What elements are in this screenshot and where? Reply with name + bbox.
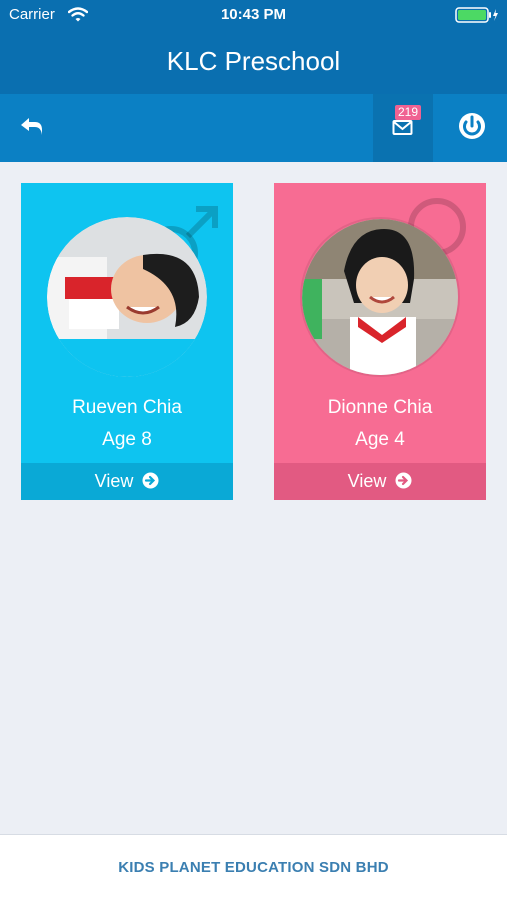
- app-header: KLC Preschool: [0, 30, 507, 94]
- arrow-circle-right-icon: [395, 465, 412, 502]
- logout-button[interactable]: [452, 106, 492, 146]
- child-card-dionne[interactable]: Dionne Chia Age 4 View: [274, 183, 486, 500]
- back-arrow-icon: [12, 118, 52, 150]
- toolbar: 219: [0, 94, 507, 162]
- child-name: Dionne Chia: [327, 397, 433, 418]
- view-button[interactable]: View: [274, 463, 486, 500]
- arrow-circle-right-icon: [142, 465, 159, 502]
- back-button[interactable]: [12, 110, 52, 146]
- clock: 10:43 PM: [220, 6, 287, 23]
- battery-icon: [455, 7, 499, 28]
- footer: KIDS PLANET EDUCATION SDN BHD: [0, 834, 507, 901]
- status-bar: Carrier 10:43 PM: [0, 0, 507, 30]
- child-name: Rueven Chia: [72, 397, 182, 418]
- child-photo: [300, 217, 460, 377]
- messages-button[interactable]: 219: [373, 94, 433, 162]
- view-label: View: [94, 471, 134, 491]
- child-age: Age 8: [102, 429, 152, 450]
- child-card-rueven[interactable]: Rueven Chia Age 8 View: [21, 183, 233, 500]
- power-icon: [452, 113, 492, 150]
- footer-company-name: KIDS PLANET EDUCATION SDN BHD: [118, 859, 389, 876]
- app-title: KLC Preschool: [166, 46, 341, 76]
- view-button[interactable]: View: [21, 463, 233, 500]
- child-age: Age 4: [355, 429, 405, 450]
- view-label: View: [347, 471, 387, 491]
- child-photo: [47, 217, 207, 377]
- unread-badge: 219: [395, 105, 422, 120]
